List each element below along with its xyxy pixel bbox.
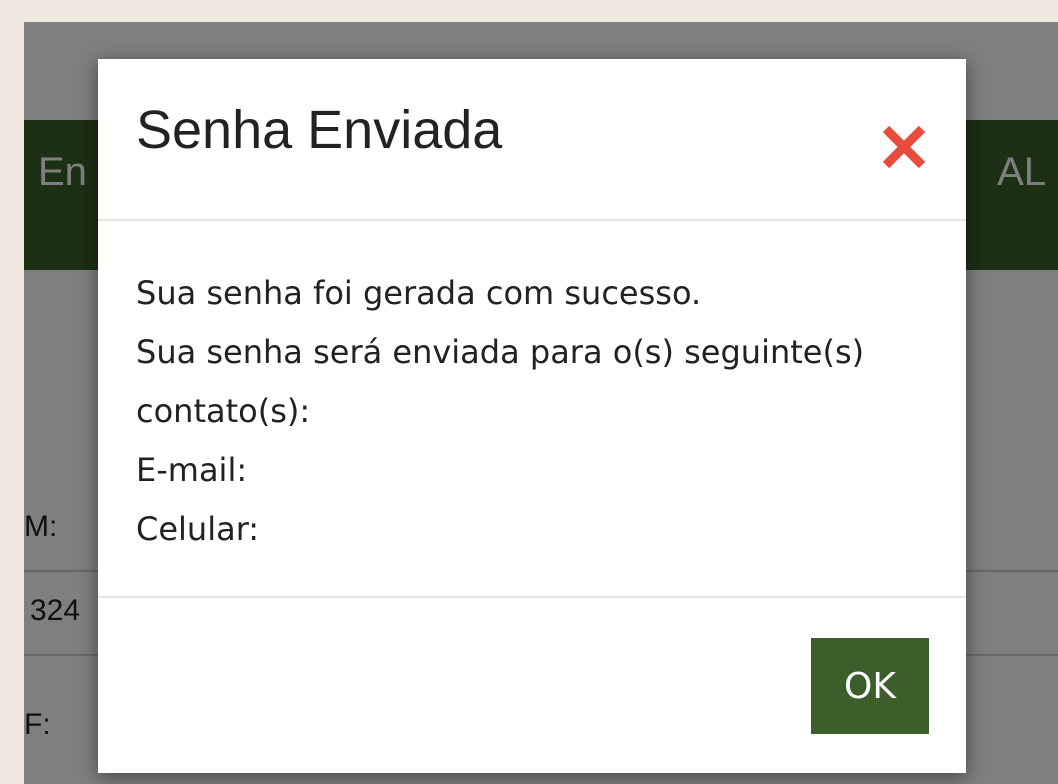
dialog-footer: OK [98,596,966,775]
dialog-header: Senha Enviada [98,59,966,221]
dialog-message-line: Sua senha foi gerada com sucesso. [136,274,702,312]
dialog-title: Senha Enviada [136,100,503,160]
browser-viewport: En AL M: 324 F: Senha Enviada Sua senha … [24,22,1058,784]
ok-button[interactable]: OK [811,638,929,734]
close-button[interactable] [876,119,932,175]
email-label: E-mail: [136,451,248,489]
dialog-body: Sua senha foi gerada com sucesso. Sua se… [136,271,936,566]
password-sent-dialog: Senha Enviada Sua senha foi gerada com s… [98,59,966,773]
dialog-message-line: contato(s): [136,392,311,430]
dialog-message-line: Sua senha será enviada para o(s) seguint… [136,333,865,371]
cellphone-label: Celular: [136,510,260,548]
close-x-icon [882,125,926,169]
